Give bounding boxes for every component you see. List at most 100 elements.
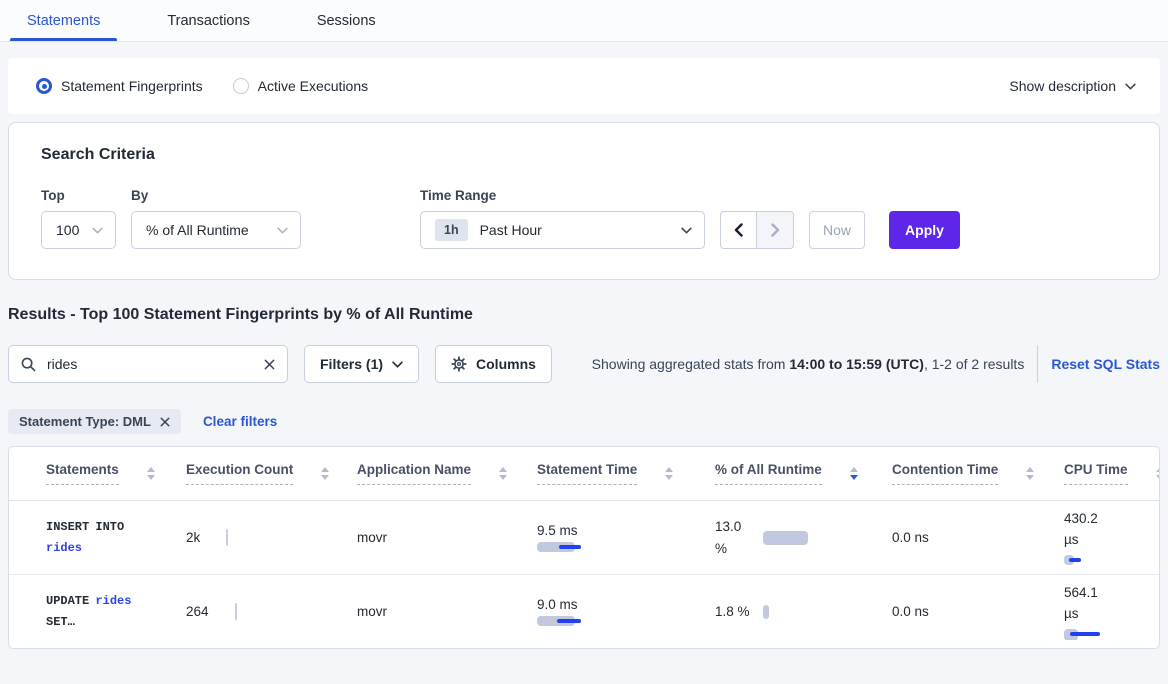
statement-time-bar bbox=[537, 541, 607, 553]
gear-icon bbox=[451, 356, 467, 372]
sort-icons[interactable] bbox=[499, 467, 507, 480]
radio-unselected-icon bbox=[233, 78, 249, 94]
sort-desc-icon bbox=[147, 475, 155, 480]
statements-table: Statements Execution Count Application Nam… bbox=[8, 446, 1160, 649]
statement-time-cell: 9.0 ms bbox=[537, 597, 715, 627]
column-header-application-name[interactable]: Application Name bbox=[357, 462, 537, 485]
bar-mean-line bbox=[559, 545, 581, 549]
bar-mean-line bbox=[1069, 558, 1081, 562]
column-header-label: Statement Time bbox=[537, 462, 637, 485]
statement-time-value: 9.5 ms bbox=[537, 523, 578, 538]
table-row: UPDATE rides SET…264movr9.0 ms1.8 %0.0 n… bbox=[9, 574, 1159, 648]
sort-desc-icon bbox=[850, 475, 858, 480]
chevron-right-icon bbox=[770, 223, 781, 237]
sort-icons[interactable] bbox=[1156, 467, 1159, 480]
radio-active-executions[interactable]: Active Executions bbox=[233, 78, 369, 94]
next-time-range-button[interactable] bbox=[757, 211, 794, 249]
search-criteria-title: Search Criteria bbox=[41, 146, 1127, 164]
filters-button[interactable]: Filters (1) bbox=[304, 345, 419, 383]
column-header-execution-count[interactable]: Execution Count bbox=[186, 462, 357, 485]
column-header-statements[interactable]: Statements bbox=[46, 462, 186, 485]
statement-cell: INSERT INTO rides bbox=[46, 517, 186, 559]
bar-mean-line bbox=[1070, 632, 1100, 636]
show-description-toggle[interactable]: Show description bbox=[1009, 78, 1136, 94]
sort-desc-icon bbox=[321, 475, 329, 480]
search-input[interactable] bbox=[45, 355, 264, 373]
cpu-time-value: 564.1 µs bbox=[1064, 583, 1112, 625]
results-summary: Showing aggregated stats from 14:00 to 1… bbox=[592, 356, 1025, 372]
clear-search-icon[interactable] bbox=[264, 359, 275, 370]
sort-icons[interactable] bbox=[147, 467, 155, 480]
tab-transactions[interactable]: Transactions bbox=[150, 0, 266, 41]
sort-asc-icon bbox=[321, 467, 329, 472]
chevron-down-icon bbox=[277, 227, 288, 234]
column-header-label: Application Name bbox=[357, 462, 471, 485]
clear-filters-link[interactable]: Clear filters bbox=[203, 414, 277, 429]
column-header-contention-time[interactable]: Contention Time bbox=[892, 462, 1064, 485]
by-field: By % of All Runtime bbox=[131, 188, 301, 249]
sort-asc-icon bbox=[1156, 467, 1159, 472]
sort-asc-icon bbox=[147, 467, 155, 472]
sort-asc-icon bbox=[665, 467, 673, 472]
by-value: % of All Runtime bbox=[146, 222, 249, 238]
tab-sessions[interactable]: Sessions bbox=[300, 0, 393, 41]
column-header-label: % of All Runtime bbox=[715, 462, 822, 485]
sort-asc-icon bbox=[499, 467, 507, 472]
sort-desc-icon bbox=[499, 475, 507, 480]
execution-count-value: 2k bbox=[186, 530, 200, 545]
top-value: 100 bbox=[56, 222, 79, 238]
application-name-cell: movr bbox=[357, 530, 537, 545]
time-range-nav bbox=[720, 211, 794, 249]
column-header-cpu-time[interactable]: CPU Time bbox=[1064, 462, 1159, 485]
bar-mean-line bbox=[557, 619, 581, 623]
column-header-label: Statements bbox=[46, 462, 119, 485]
cpu-time-bar bbox=[1064, 628, 1134, 640]
runtime-pct-bar bbox=[763, 531, 808, 545]
statement-link[interactable]: rides bbox=[46, 541, 82, 555]
runtime-pct-cell: 1.8 % bbox=[715, 601, 892, 623]
column-header-label: Contention Time bbox=[892, 462, 998, 485]
sort-desc-icon bbox=[1026, 475, 1034, 480]
cpu-time-cell: 430.2 µs bbox=[1064, 509, 1159, 566]
summary-divider bbox=[1037, 345, 1038, 383]
runtime-pct-bar bbox=[763, 605, 769, 619]
sort-icons[interactable] bbox=[321, 467, 329, 480]
column-header--of-all-runtime[interactable]: % of All Runtime bbox=[715, 462, 892, 485]
prev-time-range-button[interactable] bbox=[720, 211, 757, 249]
reset-sql-stats-link[interactable]: Reset SQL Stats bbox=[1051, 356, 1160, 372]
summary-time-range: 14:00 to 15:59 (UTC) bbox=[789, 356, 924, 372]
statement-time-value: 9.0 ms bbox=[537, 597, 578, 612]
statement-keyword: SET… bbox=[46, 615, 75, 629]
filter-chip-statement-type[interactable]: Statement Type: DML bbox=[8, 409, 181, 434]
sort-icons[interactable] bbox=[1026, 467, 1034, 480]
filters-label: Filters (1) bbox=[320, 356, 383, 372]
radio-statement-fingerprints[interactable]: Statement Fingerprints bbox=[36, 78, 203, 94]
column-header-statement-time[interactable]: Statement Time bbox=[537, 462, 715, 485]
table-body: INSERT INTO rides2kmovr9.5 ms13.0 %0.0 n… bbox=[9, 501, 1159, 648]
search-criteria-card: Search Criteria Top 100 By % of All Runt… bbox=[8, 122, 1160, 280]
now-button[interactable]: Now bbox=[809, 211, 865, 249]
statement-link[interactable]: rides bbox=[95, 594, 131, 608]
search-box[interactable] bbox=[8, 345, 288, 383]
time-range-badge: 1h bbox=[435, 219, 468, 241]
contention-time-cell: 0.0 ns bbox=[892, 604, 1064, 619]
top-select[interactable]: 100 bbox=[41, 211, 116, 249]
cpu-time-cell: 564.1 µs bbox=[1064, 583, 1159, 640]
application-name-cell: movr bbox=[357, 604, 537, 619]
tab-statements[interactable]: Statements bbox=[10, 0, 117, 41]
by-select[interactable]: % of All Runtime bbox=[131, 211, 301, 249]
top-field: Top 100 bbox=[41, 188, 116, 249]
columns-button[interactable]: Columns bbox=[435, 345, 552, 383]
filter-chip-label: Statement Type: DML bbox=[19, 414, 151, 429]
results-heading: Results - Top 100 Statement Fingerprints… bbox=[8, 306, 1160, 324]
apply-button[interactable]: Apply bbox=[889, 211, 960, 249]
time-range-select[interactable]: 1h Past Hour bbox=[420, 211, 705, 249]
sort-desc-icon bbox=[665, 475, 673, 480]
sort-icons[interactable] bbox=[665, 467, 673, 480]
column-header-label: Execution Count bbox=[186, 462, 293, 485]
remove-filter-icon[interactable] bbox=[160, 417, 170, 427]
runtime-pct-value: 13.0 % bbox=[715, 516, 755, 559]
sort-icons[interactable] bbox=[850, 467, 858, 480]
runtime-pct-value: 1.8 % bbox=[715, 601, 755, 623]
time-range-value: Past Hour bbox=[480, 222, 542, 238]
